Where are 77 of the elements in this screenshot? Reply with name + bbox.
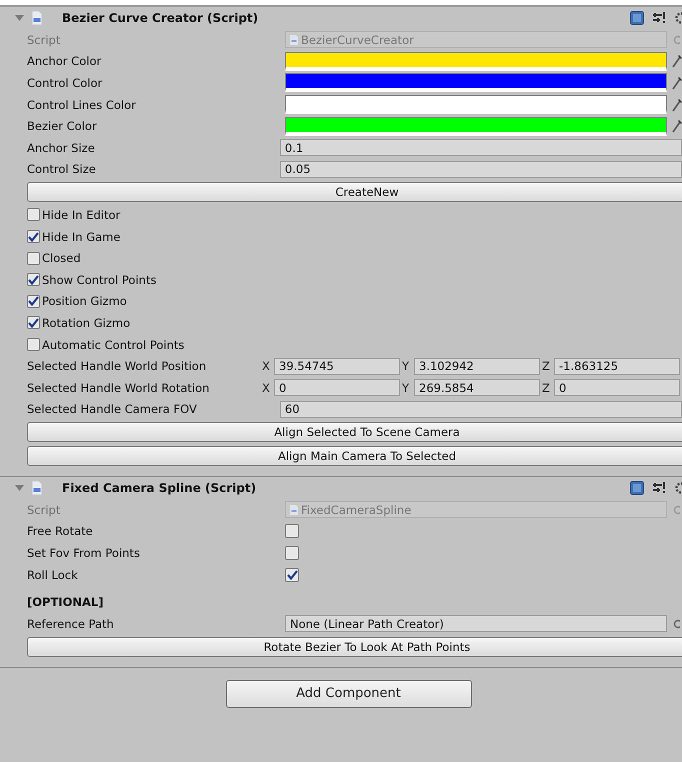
field-label: Roll Lock xyxy=(27,568,79,582)
checkbox[interactable] xyxy=(27,208,40,222)
field-label: Control Size xyxy=(27,162,97,176)
axis-label: Z xyxy=(542,359,551,374)
script-field: FixedCameraSpline xyxy=(285,501,667,518)
number-field[interactable]: 0.05 xyxy=(280,160,682,178)
section-heading: [OPTIONAL] xyxy=(27,595,104,610)
field-label: Anchor Size xyxy=(27,140,96,155)
checkbox[interactable] xyxy=(27,294,40,308)
field-label: Script xyxy=(27,502,62,517)
preset-icon[interactable] xyxy=(652,481,666,496)
axis-label: Y xyxy=(402,380,410,395)
number-field[interactable]: 0 xyxy=(554,379,680,396)
number-field[interactable]: -1.863125 xyxy=(554,358,680,375)
number-field[interactable]: 0.1 xyxy=(280,139,682,156)
field-label: Selected Handle Camera FOV xyxy=(27,402,198,416)
color-swatch[interactable] xyxy=(285,95,667,114)
color-swatch[interactable] xyxy=(285,52,667,71)
field-label: Selected Handle World Position xyxy=(27,359,208,374)
inspector-button[interactable]: CreateNew xyxy=(27,182,682,202)
eyedropper-icon[interactable] xyxy=(672,119,682,134)
checkbox-label: Closed xyxy=(42,251,82,266)
component-title: Bezier Curve Creator (Script) xyxy=(62,11,258,25)
script-file-icon xyxy=(290,34,298,45)
axis-label: X xyxy=(262,380,271,395)
component-title: Fixed Camera Spline (Script) xyxy=(62,481,256,496)
checkbox[interactable] xyxy=(285,568,299,582)
number-field[interactable]: 39.54745 xyxy=(274,358,400,375)
field-label: Control Lines Color xyxy=(27,98,137,112)
checkbox-label: Hide In Game xyxy=(42,230,122,244)
checkbox-label: Automatic Control Points xyxy=(42,338,186,352)
checkbox-label: Show Control Points xyxy=(42,272,158,287)
field-label: Control Color xyxy=(27,76,104,90)
checkbox[interactable] xyxy=(27,338,40,352)
script-file-icon xyxy=(290,504,298,515)
preset-icon[interactable] xyxy=(652,11,666,25)
color-swatch[interactable] xyxy=(285,73,667,92)
inspector-button[interactable]: Rotate Bezier To Look At Path Points xyxy=(27,636,682,657)
field-label: Free Rotate xyxy=(27,524,94,538)
settings-icon[interactable] xyxy=(674,481,682,496)
axis-label: X xyxy=(262,359,271,374)
eyedropper-icon[interactable] xyxy=(672,54,682,68)
inspector-button[interactable]: Align Main Camera To Selected xyxy=(27,446,682,466)
help-icon[interactable] xyxy=(630,11,644,25)
field-label: Bezier Color xyxy=(27,119,98,134)
help-icon[interactable] xyxy=(630,481,644,496)
checkbox[interactable] xyxy=(27,230,40,244)
checkbox-label: Rotation Gizmo xyxy=(42,316,132,330)
axis-label: Z xyxy=(542,380,551,395)
checkbox[interactable] xyxy=(285,524,299,538)
number-field[interactable]: 269.5854 xyxy=(414,379,540,396)
checkbox[interactable] xyxy=(27,252,40,265)
script-field: BezierCurveCreator xyxy=(285,31,667,48)
number-field[interactable]: 3.102942 xyxy=(414,358,540,375)
script-file-icon xyxy=(31,11,43,25)
field-label: Set Fov From Points xyxy=(27,546,141,560)
object-field[interactable]: None (Linear Path Creator) xyxy=(285,615,667,632)
color-swatch[interactable] xyxy=(285,116,667,136)
checkbox-label: Hide In Editor xyxy=(42,208,122,222)
script-file-icon xyxy=(31,481,43,496)
settings-icon[interactable] xyxy=(674,11,682,25)
number-field[interactable]: 0 xyxy=(274,379,400,396)
number-field[interactable]: 60 xyxy=(280,400,682,418)
field-label: Anchor Color xyxy=(27,54,102,68)
eyedropper-icon[interactable] xyxy=(672,98,682,112)
eyedropper-icon[interactable] xyxy=(672,76,682,90)
checkbox[interactable] xyxy=(27,273,40,286)
field-label: Selected Handle World Rotation xyxy=(27,380,210,395)
object-picker-icon[interactable] xyxy=(672,618,680,629)
add-component-button[interactable]: Add Component xyxy=(226,680,472,708)
checkbox-label: Position Gizmo xyxy=(42,294,128,308)
inspector-button[interactable]: Align Selected To Scene Camera xyxy=(27,422,682,442)
field-label: Reference Path xyxy=(27,616,115,631)
checkbox[interactable] xyxy=(285,546,299,560)
axis-label: Y xyxy=(402,359,410,374)
field-label: Script xyxy=(27,32,62,47)
checkbox[interactable] xyxy=(27,316,40,330)
